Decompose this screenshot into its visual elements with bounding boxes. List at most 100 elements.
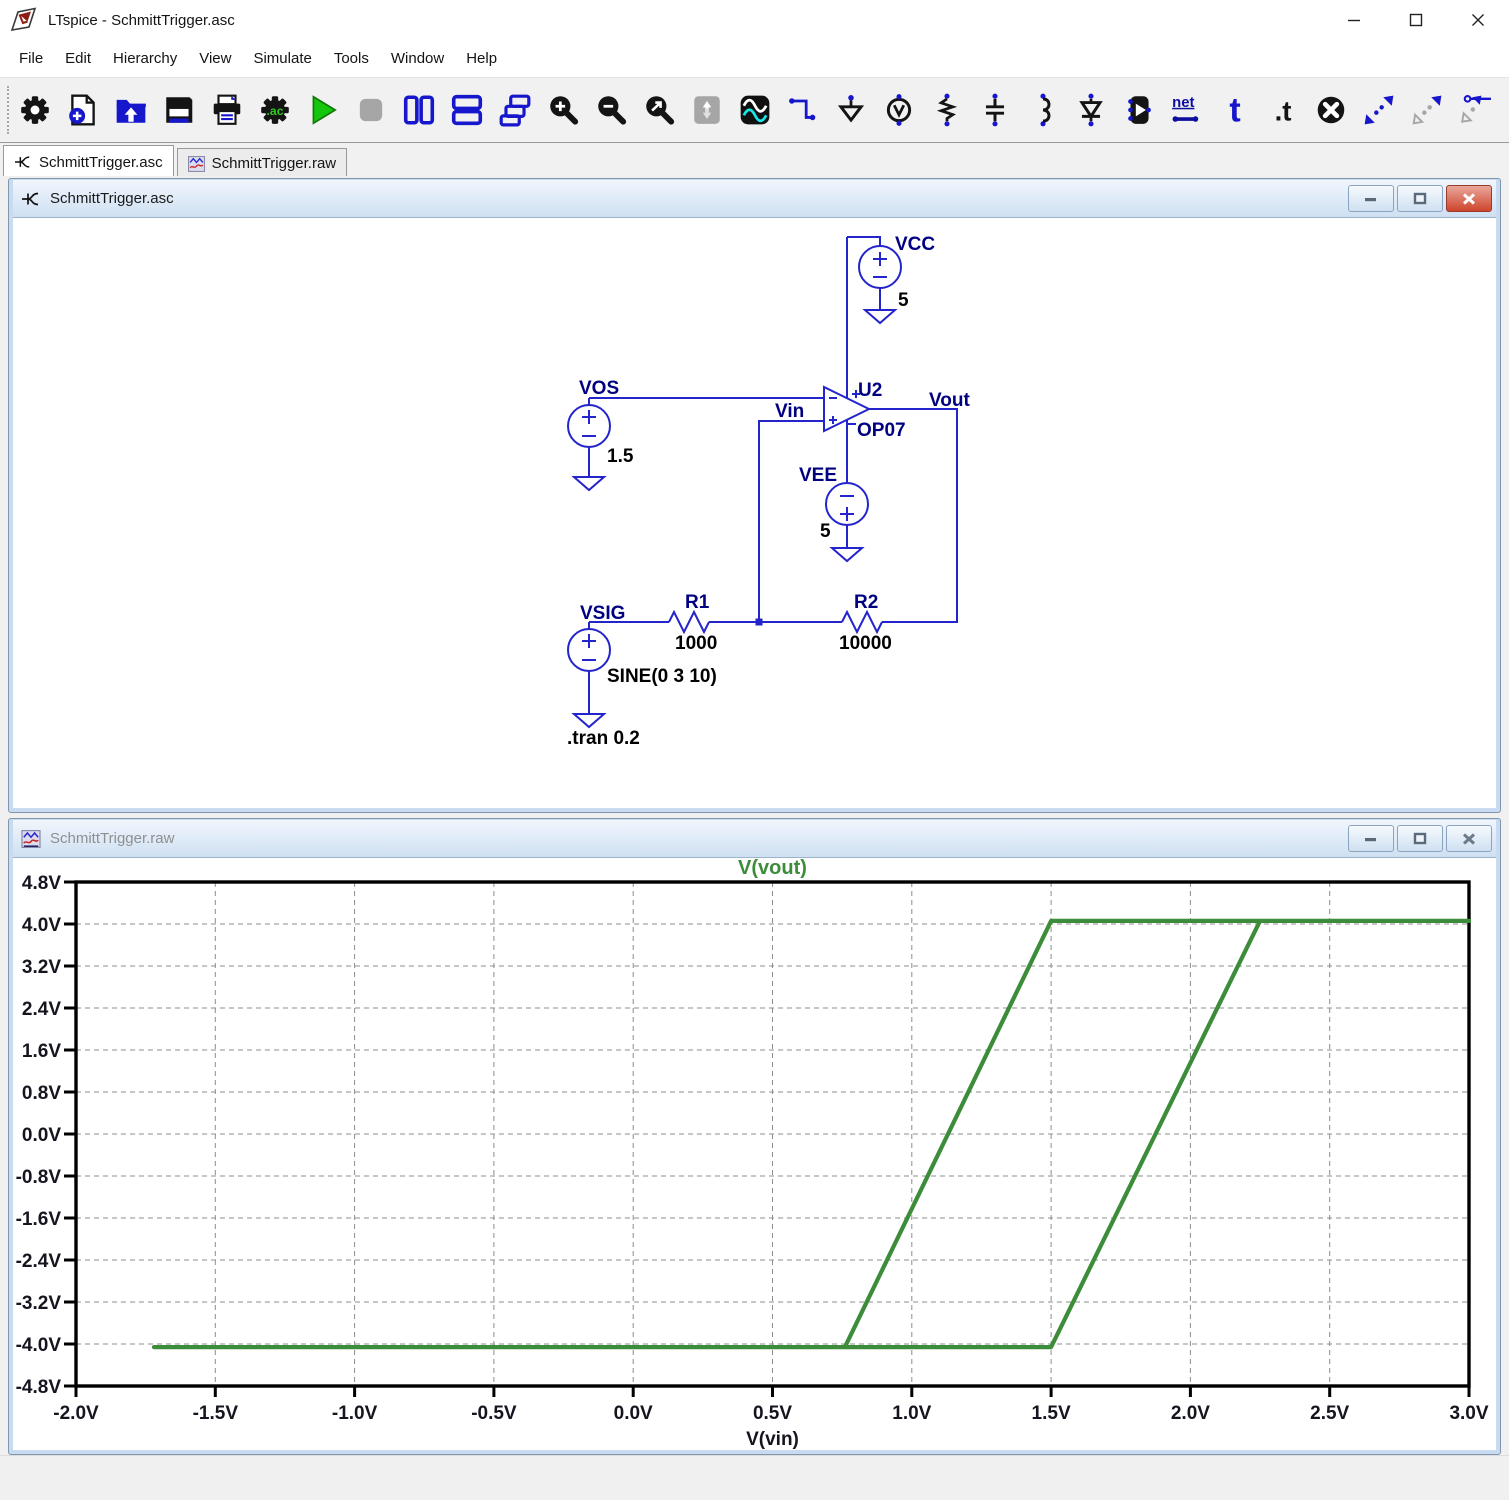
text-button[interactable]: t bbox=[1218, 93, 1252, 127]
schematic-close-button[interactable] bbox=[1446, 185, 1492, 212]
tile-horizontal-button[interactable] bbox=[450, 93, 484, 127]
tab-schmitttrigger-raw[interactable]: SchmittTrigger.raw bbox=[177, 148, 347, 178]
control-panel-button[interactable] bbox=[18, 93, 52, 127]
vin-wire[interactable] bbox=[759, 421, 824, 622]
pan-icon bbox=[690, 93, 724, 127]
x-tick-label: 0.5V bbox=[753, 1403, 792, 1424]
x-tick-label: 1.5V bbox=[1032, 1403, 1071, 1424]
print-button[interactable] bbox=[210, 93, 244, 127]
waveform-close-button[interactable] bbox=[1446, 825, 1492, 852]
pan-button[interactable] bbox=[690, 93, 724, 127]
run-button[interactable] bbox=[306, 93, 340, 127]
cascade-button[interactable] bbox=[498, 93, 532, 127]
ground-symbol[interactable] bbox=[832, 548, 862, 561]
autorange-icon bbox=[738, 93, 772, 127]
zoom-in-icon bbox=[546, 93, 580, 127]
close-button[interactable] bbox=[1447, 0, 1509, 40]
maximize-button[interactable] bbox=[1385, 0, 1447, 40]
resistor-r2-symbol[interactable] bbox=[842, 612, 882, 632]
waveform-window-title: SchmittTrigger.raw bbox=[50, 830, 174, 847]
zoom-extents-button[interactable] bbox=[642, 93, 676, 127]
schematic-label-vos: VOS bbox=[579, 378, 619, 399]
schematic-label-r1: R1 bbox=[685, 592, 710, 613]
edit-simulation-button[interactable]: .ac bbox=[258, 93, 292, 127]
resistor-r1-symbol[interactable] bbox=[669, 612, 709, 632]
run-icon bbox=[306, 93, 340, 127]
ground-symbol[interactable] bbox=[865, 310, 895, 323]
move-button[interactable] bbox=[1362, 93, 1396, 127]
schematic-maximize-button[interactable] bbox=[1397, 185, 1443, 212]
tab-schmitttrigger-asc[interactable]: SchmittTrigger.asc bbox=[3, 145, 174, 178]
main-titlebar[interactable]: LTspice - SchmittTrigger.asc bbox=[0, 0, 1509, 40]
schematic-canvas[interactable]: VCC5VOS1.5VinU2OP07VoutVEE5VSIGR11000R21… bbox=[13, 218, 1496, 808]
plot-title[interactable]: V(vout) bbox=[738, 858, 807, 879]
y-tick-label: -4.0V bbox=[16, 1335, 62, 1356]
y-tick-label: -0.8V bbox=[16, 1167, 62, 1188]
ground-icon bbox=[834, 93, 868, 127]
minimize-button[interactable] bbox=[1323, 0, 1385, 40]
y-tick-label: 0.8V bbox=[22, 1083, 61, 1104]
schematic-titlebar[interactable]: SchmittTrigger.asc bbox=[13, 180, 1496, 218]
y-tick-label: -4.8V bbox=[16, 1377, 62, 1398]
new-schematic-button[interactable] bbox=[66, 93, 100, 127]
net-label-icon: net bbox=[1170, 93, 1204, 127]
wire-button[interactable] bbox=[786, 93, 820, 127]
net-label-button[interactable]: net bbox=[1170, 93, 1204, 127]
zoom-in-button[interactable] bbox=[546, 93, 580, 127]
menu-simulate[interactable]: Simulate bbox=[242, 40, 322, 77]
undo-button[interactable] bbox=[1458, 93, 1492, 127]
halt-button[interactable] bbox=[354, 93, 388, 127]
save-button[interactable] bbox=[162, 93, 196, 127]
zoom-out-button[interactable] bbox=[594, 93, 628, 127]
component-button[interactable] bbox=[1122, 93, 1156, 127]
autorange-y-button[interactable] bbox=[738, 93, 772, 127]
move-icon bbox=[1362, 93, 1396, 127]
menu-file[interactable]: File bbox=[8, 40, 54, 77]
spice-directive-button[interactable]: .t bbox=[1266, 93, 1300, 127]
diode-button[interactable] bbox=[1074, 93, 1108, 127]
waveform-minimize-button[interactable] bbox=[1348, 825, 1394, 852]
menu-window[interactable]: Window bbox=[380, 40, 455, 77]
waveform-canvas[interactable]: -2.0V-1.5V-1.0V-0.5V0.0V0.5V1.0V1.5V2.0V… bbox=[13, 858, 1496, 1450]
y-tick-label: -3.2V bbox=[16, 1293, 62, 1314]
ground-symbol[interactable] bbox=[574, 477, 604, 490]
x-tick-label: -1.0V bbox=[332, 1403, 378, 1424]
vcc-source-symbol[interactable] bbox=[847, 237, 901, 398]
y-tick-label: 3.2V bbox=[22, 957, 61, 978]
waveform-titlebar[interactable]: SchmittTrigger.raw bbox=[13, 820, 1496, 858]
menu-tools[interactable]: Tools bbox=[323, 40, 380, 77]
menu-view[interactable]: View bbox=[188, 40, 242, 77]
ground-button[interactable] bbox=[834, 93, 868, 127]
schematic-window-title: SchmittTrigger.asc bbox=[50, 190, 174, 207]
ground-symbol[interactable] bbox=[574, 714, 604, 727]
delete-button[interactable] bbox=[1314, 93, 1348, 127]
status-bar bbox=[0, 1455, 1509, 1500]
menu-help[interactable]: Help bbox=[455, 40, 508, 77]
opamp-symbol[interactable] bbox=[824, 237, 869, 483]
x-tick-label: 0.0V bbox=[614, 1403, 653, 1424]
cascade-icon bbox=[498, 93, 532, 127]
schematic-minimize-button[interactable] bbox=[1348, 185, 1394, 212]
menu-hierarchy[interactable]: Hierarchy bbox=[102, 40, 188, 77]
vee-source-symbol[interactable] bbox=[826, 483, 868, 561]
resistor-button[interactable] bbox=[930, 93, 964, 127]
spice-directive-icon: .t bbox=[1266, 93, 1300, 127]
drag-button[interactable] bbox=[1410, 93, 1444, 127]
svg-text:t: t bbox=[1229, 93, 1240, 127]
menu-edit[interactable]: Edit bbox=[54, 40, 102, 77]
x-tick-label: -0.5V bbox=[471, 1403, 517, 1424]
y-tick-label: 2.4V bbox=[22, 999, 61, 1020]
y-tick-label: 0.0V bbox=[22, 1125, 61, 1146]
save-icon bbox=[162, 93, 196, 127]
x-tick-label: 2.5V bbox=[1310, 1403, 1349, 1424]
voltage-source-button[interactable] bbox=[882, 93, 916, 127]
zoom-out-icon bbox=[594, 93, 628, 127]
waveform-maximize-button[interactable] bbox=[1397, 825, 1443, 852]
inductor-button[interactable] bbox=[1026, 93, 1060, 127]
y-tick-label: 4.0V bbox=[22, 915, 61, 936]
x-tick-label: -1.5V bbox=[193, 1403, 239, 1424]
open-button[interactable] bbox=[114, 93, 148, 127]
x-axis-label: V(vin) bbox=[746, 1429, 799, 1450]
capacitor-button[interactable] bbox=[978, 93, 1012, 127]
tile-vertical-button[interactable] bbox=[402, 93, 436, 127]
